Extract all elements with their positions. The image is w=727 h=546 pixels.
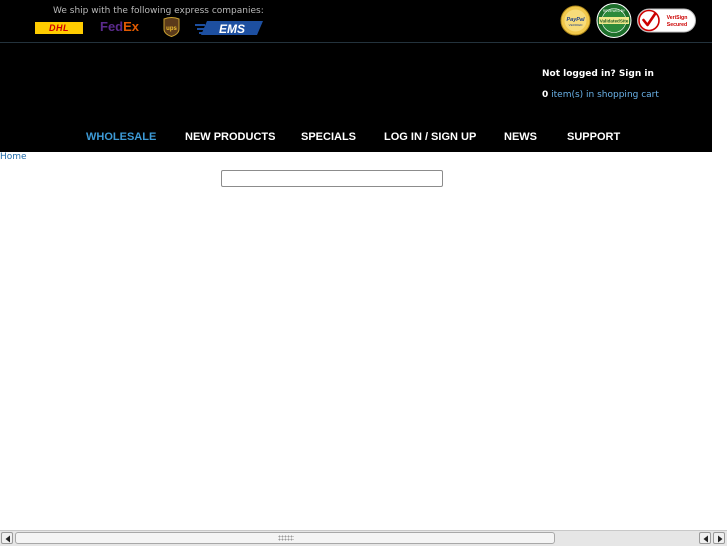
- shopping-cart-summary[interactable]: 0 item(s) in shopping cart: [542, 90, 659, 100]
- paypal-verified-badge[interactable]: PayPal VERIFIED: [560, 5, 591, 36]
- main-nav: WHOLESALE NEW PRODUCTS SPECIALS LOG IN /…: [0, 131, 712, 145]
- fedex-logo-fed: Fed: [100, 19, 124, 34]
- svg-text:REVIEWED BY: REVIEWED BY: [603, 9, 626, 13]
- ups-logo: ups: [163, 17, 180, 37]
- header-divider: [0, 42, 712, 43]
- nav-support[interactable]: SUPPORT: [567, 131, 620, 143]
- grip-icon: [278, 535, 294, 541]
- cart-count: 0: [542, 90, 549, 100]
- svg-text:ups: ups: [166, 26, 177, 32]
- fedex-logo: FedEx: [100, 18, 139, 36]
- svg-text:EMS: EMS: [219, 22, 245, 36]
- breadcrumb-home[interactable]: Home: [0, 152, 27, 162]
- verisign-secured-badge[interactable]: VeriSign Secured: [637, 6, 696, 36]
- login-status-link[interactable]: Not logged in? Sign in: [542, 69, 654, 79]
- svg-text:VeriSign: VeriSign: [667, 15, 688, 21]
- nav-new-products[interactable]: NEW PRODUCTS: [185, 131, 275, 143]
- svg-text:ValidatedSite: ValidatedSite: [600, 19, 629, 24]
- nav-wholesale[interactable]: WHOLESALE: [86, 131, 156, 143]
- arrow-left-icon: [703, 535, 708, 543]
- svg-text:Secured: Secured: [667, 22, 687, 28]
- arrow-left-icon: [5, 535, 10, 543]
- shipping-notice: We ship with the following express compa…: [53, 6, 264, 16]
- scroll-left-button-2[interactable]: [699, 532, 711, 544]
- fedex-logo-ex: Ex: [123, 19, 140, 34]
- cart-link[interactable]: item(s) in shopping cart: [551, 90, 659, 100]
- nav-news[interactable]: NEWS: [504, 131, 537, 143]
- scroll-left-button[interactable]: [1, 532, 13, 544]
- search-input[interactable]: [221, 170, 443, 187]
- svg-text:VERIFIED: VERIFIED: [569, 23, 584, 27]
- dhl-logo: DHL: [35, 22, 83, 34]
- scrollbar-thumb[interactable]: [15, 532, 555, 544]
- nav-login-signup[interactable]: LOG IN / SIGN UP: [384, 131, 476, 143]
- arrow-right-icon: [718, 535, 723, 543]
- dhl-logo-text: DHL: [49, 23, 69, 33]
- nav-specials[interactable]: SPECIALS: [301, 131, 356, 143]
- validatedsite-badge[interactable]: ValidatedSite REVIEWED BY: [595, 3, 633, 38]
- ems-logo: EMS: [195, 21, 263, 36]
- scroll-right-button[interactable]: [713, 532, 725, 544]
- site-header: We ship with the following express compa…: [0, 0, 712, 152]
- horizontal-scrollbar[interactable]: [0, 530, 727, 546]
